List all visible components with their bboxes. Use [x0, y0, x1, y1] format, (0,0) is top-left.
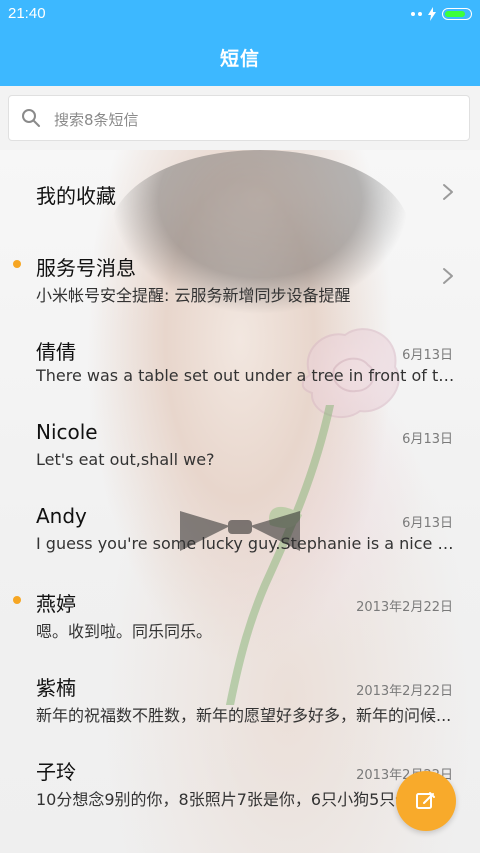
unread-dot [13, 260, 21, 268]
chevron-right-icon [443, 268, 453, 284]
conversation-item[interactable]: Andy 6月13日 I guess you're some lucky guy… [0, 486, 480, 570]
conversation-name: 我的收藏 [36, 184, 116, 208]
status-time: 21:40 [8, 5, 46, 22]
conversation-preview: 新年的祝福数不胜数，新年的愿望好多好多，新年的问候... [36, 706, 452, 725]
conversation-name: 倩倩 [36, 340, 76, 364]
conversation-item[interactable]: 倩倩 6月13日 There was a table set out under… [0, 318, 480, 402]
compose-button[interactable] [396, 771, 456, 831]
conversation-list: 我的收藏 服务号消息 小米帐号安全提醒: 云服务新增同步设备提醒 倩倩 6月13… [0, 150, 480, 853]
charging-bolt-icon [428, 7, 436, 21]
search-placeholder: 搜索8条短信 [54, 111, 139, 129]
conversation-preview: 嗯。收到啦。同乐同乐。 [36, 622, 213, 641]
conversation-name: 紫楠 [36, 676, 76, 700]
status-bar: 21:40 [0, 0, 480, 28]
status-icons [411, 6, 472, 22]
unread-dot [13, 596, 21, 604]
conversation-preview: 10分想念9别的你，8张照片7张是你，6只小狗5只像你 [36, 790, 428, 809]
top-bar: 21:40 短信 [0, 0, 480, 86]
search-icon [22, 109, 40, 127]
conversation-item-favorites[interactable]: 我的收藏 [0, 150, 480, 234]
conversation-date: 2013年2月22日 [356, 600, 453, 615]
conversation-item-service-messages[interactable]: 服务号消息 小米帐号安全提醒: 云服务新增同步设备提醒 [0, 234, 480, 318]
conversation-date: 6月13日 [402, 516, 453, 531]
conversation-date: 6月13日 [402, 348, 453, 363]
conversation-preview: 小米帐号安全提醒: 云服务新增同步设备提醒 [36, 286, 351, 305]
conversation-name: 燕婷 [36, 592, 76, 616]
conversation-preview: There was a table set out under a tree i… [36, 366, 456, 385]
conversation-name: 子玲 [36, 760, 76, 784]
search-container: 搜索8条短信 [0, 86, 480, 150]
conversation-name: 服务号消息 [36, 256, 136, 280]
chevron-right-icon [443, 184, 453, 200]
page-title: 短信 [219, 48, 260, 70]
search-input[interactable]: 搜索8条短信 [8, 95, 470, 141]
conversation-item[interactable]: Nicole 6月13日 Let's eat out,shall we? [0, 402, 480, 486]
conversation-preview: I guess you're some lucky guy.Stephanie … [36, 534, 456, 553]
battery-icon [442, 8, 472, 20]
conversation-name: Nicole [36, 420, 98, 444]
conversation-preview: Let's eat out,shall we? [36, 450, 215, 469]
signal-dots-icon [411, 12, 422, 16]
compose-icon [416, 792, 435, 809]
conversation-name: Andy [36, 504, 87, 528]
battery-level [445, 11, 466, 17]
conversation-item[interactable]: 紫楠 2013年2月22日 新年的祝福数不胜数，新年的愿望好多好多，新年的问候.… [0, 654, 480, 738]
conversation-date: 6月13日 [402, 432, 453, 447]
conversation-item[interactable]: 燕婷 2013年2月22日 嗯。收到啦。同乐同乐。 [0, 570, 480, 654]
conversation-date: 2013年2月22日 [356, 684, 453, 699]
